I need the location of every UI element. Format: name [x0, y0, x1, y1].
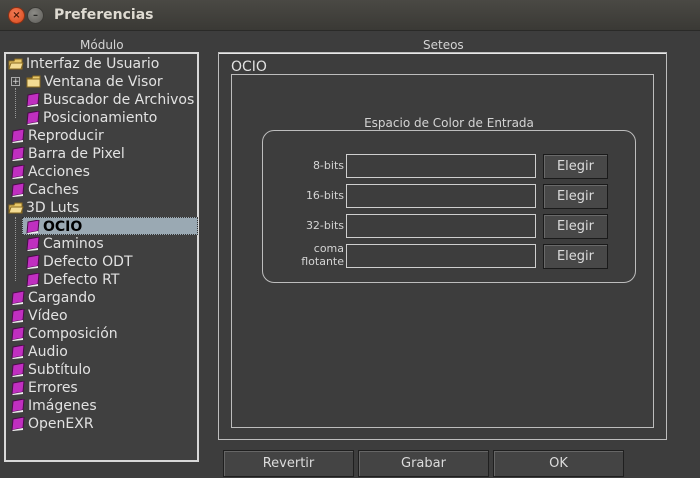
- tree-item-ocio[interactable]: OCIO: [22, 217, 198, 235]
- choose-32-bits-button[interactable]: Elegir: [543, 214, 608, 239]
- 16-bits-field[interactable]: [346, 184, 536, 208]
- open-folder-icon: [8, 201, 24, 215]
- expand-icon[interactable]: +: [11, 77, 20, 87]
- book-icon: [25, 92, 40, 107]
- choose-float-button[interactable]: Elegir: [543, 244, 608, 269]
- window-title: Preferencias: [54, 7, 154, 23]
- row-label-coma-flotante: coma flotante: [264, 242, 344, 268]
- book-icon: [25, 110, 40, 125]
- row-label-16-bits: 16-bits: [305, 189, 344, 202]
- ok-button[interactable]: OK: [493, 450, 624, 477]
- folder-icon: [26, 75, 41, 89]
- book-icon: [10, 290, 25, 305]
- book-icon: [10, 308, 25, 323]
- book-icon: [10, 164, 25, 179]
- book-icon: [25, 254, 40, 269]
- choose-8-bits-button[interactable]: Elegir: [543, 154, 608, 179]
- book-icon: [10, 344, 25, 359]
- row-label-32-bits: 32-bits: [305, 219, 344, 232]
- float-field[interactable]: [346, 244, 536, 268]
- row-label-8-bits: 8-bits: [312, 159, 344, 172]
- tree-line: [15, 217, 16, 281]
- book-icon: [25, 219, 40, 234]
- 8-bits-field[interactable]: [346, 154, 536, 178]
- module-label: Módulo: [80, 38, 124, 52]
- revert-button[interactable]: Revertir: [223, 450, 354, 477]
- row-label-line: coma: [313, 242, 344, 255]
- book-icon: [10, 128, 25, 143]
- title-bar: × – Preferencias: [0, 0, 700, 31]
- choose-16-bits-button[interactable]: Elegir: [543, 184, 608, 209]
- group-title: Espacio de Color de Entrada: [364, 116, 534, 130]
- book-icon: [10, 380, 25, 395]
- minimize-icon[interactable]: –: [27, 7, 44, 24]
- book-icon: [25, 236, 40, 251]
- settings-label: Seteos: [423, 38, 464, 52]
- open-folder-icon: [8, 57, 24, 71]
- save-button[interactable]: Grabar: [358, 450, 489, 477]
- book-icon: [10, 326, 25, 341]
- book-icon: [10, 182, 25, 197]
- 32-bits-field[interactable]: [346, 214, 536, 238]
- tree-line: [15, 88, 16, 118]
- book-icon: [10, 416, 25, 431]
- close-icon[interactable]: ×: [8, 7, 25, 24]
- book-icon: [10, 146, 25, 161]
- book-icon: [25, 272, 40, 287]
- book-icon: [10, 362, 25, 377]
- panel-title: OCIO: [231, 59, 267, 75]
- book-icon: [10, 398, 25, 413]
- row-label-line: flotante: [301, 255, 344, 268]
